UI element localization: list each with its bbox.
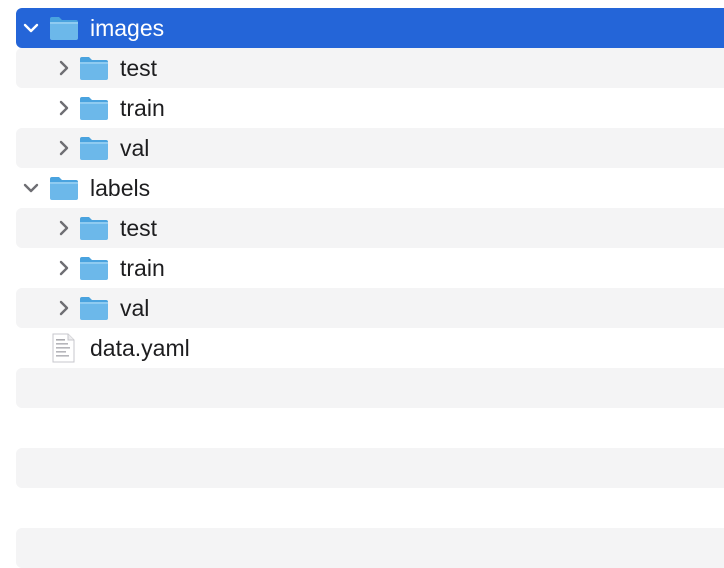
file-row-test[interactable]: test	[16, 208, 724, 248]
file-row-labels[interactable]: labels	[16, 168, 724, 208]
chevron-right-icon[interactable]	[54, 98, 74, 118]
file-row-test[interactable]: test	[16, 48, 724, 88]
folder-icon	[79, 55, 109, 81]
chevron-right-icon[interactable]	[54, 138, 74, 158]
chevron-right-icon[interactable]	[54, 258, 74, 278]
file-name: train	[120, 255, 165, 281]
file-name: labels	[90, 175, 151, 201]
empty-row	[16, 448, 724, 488]
file-row-data-yaml[interactable]: data.yaml	[16, 328, 724, 368]
file-row-val[interactable]: val	[16, 288, 724, 328]
chevron-down-icon[interactable]	[21, 178, 41, 198]
chevron-right-icon[interactable]	[54, 58, 74, 78]
folder-icon	[79, 135, 109, 161]
folder-icon	[79, 215, 109, 241]
file-name: val	[120, 135, 150, 161]
empty-row	[16, 368, 724, 408]
yaml-file-icon	[50, 333, 76, 363]
file-row-val[interactable]: val	[16, 128, 724, 168]
folder-icon	[79, 255, 109, 281]
chevron-right-icon[interactable]	[54, 298, 74, 318]
folder-icon	[79, 95, 109, 121]
file-name: val	[120, 295, 150, 321]
file-name: data.yaml	[90, 335, 190, 361]
file-row-train[interactable]: train	[16, 248, 724, 288]
file-name: train	[120, 95, 165, 121]
folder-icon	[49, 175, 79, 201]
chevron-right-icon[interactable]	[54, 218, 74, 238]
chevron-down-icon[interactable]	[21, 18, 41, 38]
file-name: test	[120, 55, 158, 81]
folder-icon	[79, 295, 109, 321]
folder-icon	[49, 15, 79, 41]
file-row-train[interactable]: train	[16, 88, 724, 128]
file-name: images	[90, 15, 165, 41]
file-row-images[interactable]: images	[16, 8, 724, 48]
file-list: images test train val labels test train …	[0, 0, 724, 568]
empty-row	[16, 528, 724, 568]
file-name: test	[120, 215, 158, 241]
